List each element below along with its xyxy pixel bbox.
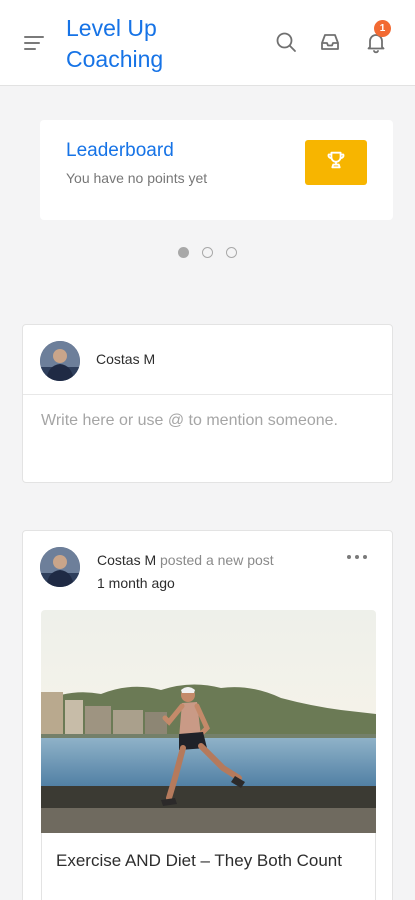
top-app-bar: Level Up Coaching 1 xyxy=(0,0,415,86)
trophy-icon xyxy=(325,149,347,176)
composer-user-name: Costas M xyxy=(96,351,156,367)
carousel-dot-1[interactable] xyxy=(178,247,189,258)
search-icon[interactable] xyxy=(274,30,298,54)
post-image[interactable] xyxy=(41,610,376,833)
leaderboard-title[interactable]: Leaderboard xyxy=(66,140,174,162)
app-title[interactable]: Level Up Coaching xyxy=(66,13,216,75)
more-options-icon[interactable] xyxy=(347,555,369,561)
post-composer-input[interactable]: Write here or use @ to mention someone. xyxy=(41,408,371,434)
leaderboard-card[interactable]: Leaderboard You have no points yet xyxy=(40,120,393,220)
post-meta: Costas M posted a new post 1 month ago xyxy=(97,549,274,595)
inbox-icon[interactable] xyxy=(318,30,342,54)
post-action: posted a new post xyxy=(160,552,274,568)
post-author[interactable]: Costas M xyxy=(97,552,156,568)
notification-badge: 1 xyxy=(374,20,391,37)
avatar[interactable] xyxy=(40,341,80,381)
carousel-dot-2[interactable] xyxy=(202,247,213,258)
menu-icon[interactable] xyxy=(24,34,46,52)
leaderboard-subtitle: You have no points yet xyxy=(66,170,208,186)
carousel-dot-3[interactable] xyxy=(226,247,237,258)
leaderboard-button[interactable] xyxy=(305,140,367,185)
avatar[interactable] xyxy=(40,547,80,587)
post-card: Costas M posted a new post 1 month ago E… xyxy=(22,530,393,900)
carousel-pagination xyxy=(178,247,240,259)
post-composer: Costas M Write here or use @ to mention … xyxy=(22,324,393,483)
post-timestamp[interactable]: 1 month ago xyxy=(97,572,274,595)
post-title[interactable]: Exercise AND Diet – They Both Count xyxy=(56,847,356,874)
divider xyxy=(23,394,392,395)
